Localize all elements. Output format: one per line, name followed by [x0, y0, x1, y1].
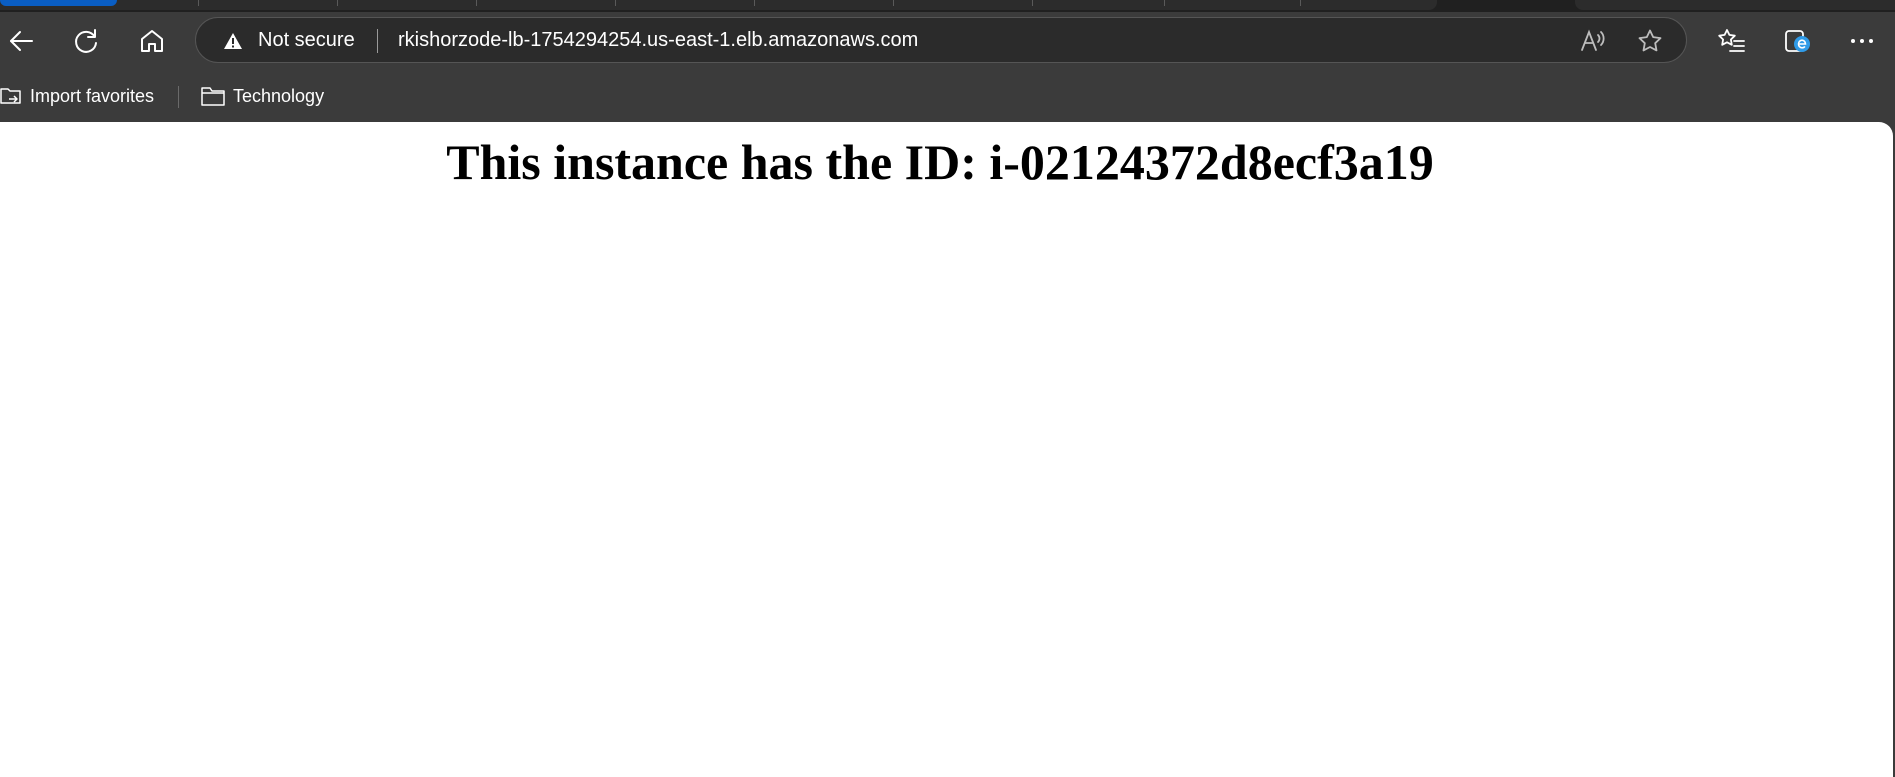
settings-menu-button[interactable]: [1842, 22, 1882, 60]
favorites-list-icon: [1718, 29, 1745, 52]
tab-separator: [476, 0, 477, 6]
page-heading: This instance has the ID: i-02124372d8ec…: [446, 134, 1434, 190]
bookmarks-separator: [178, 86, 179, 108]
bookmark-import-favorites[interactable]: Import favorites: [0, 82, 154, 110]
url-text[interactable]: rkishorzode-lb-1754294254.us-east-1.elb.…: [398, 29, 918, 52]
tab-separator: [1300, 0, 1301, 6]
refresh-button[interactable]: [66, 22, 106, 60]
add-favorite-button[interactable]: [1633, 25, 1667, 57]
more-options-icon: [1851, 39, 1873, 43]
tab-separator: [337, 0, 338, 6]
tab-separator: [615, 0, 616, 6]
collections-icon: [1785, 30, 1810, 52]
tab-separator: [754, 0, 755, 6]
tab-strip-right: [1575, 0, 1895, 10]
active-tab[interactable]: [0, 0, 117, 6]
favorites-button[interactable]: [1712, 22, 1752, 60]
collections-button[interactable]: [1777, 22, 1817, 60]
star-icon: [1638, 29, 1662, 52]
read-aloud-icon: [1581, 29, 1605, 51]
security-status-label[interactable]: Not secure: [258, 29, 355, 52]
tab-strip: [0, 0, 1895, 12]
tab-list: [0, 0, 1437, 10]
home-icon: [141, 30, 163, 52]
browser-toolbar: Not secure rkishorzode-lb-1754294254.us-…: [0, 12, 1895, 70]
bookmark-folder-technology[interactable]: Technology: [201, 82, 324, 110]
folder-icon: [201, 87, 225, 106]
home-button[interactable]: [132, 22, 172, 60]
tab-separator: [893, 0, 894, 6]
page-viewport: This instance has the ID: i-02124372d8ec…: [0, 122, 1893, 777]
bookmarks-bar: Import favorites Technology: [0, 70, 1895, 122]
back-arrow-icon: [10, 31, 33, 51]
import-favorites-icon: [0, 88, 21, 104]
back-button[interactable]: [1, 22, 41, 60]
warning-icon: [224, 33, 242, 49]
bookmark-label: Technology: [233, 85, 325, 106]
refresh-icon: [75, 29, 97, 53]
address-divider: [377, 29, 378, 53]
tab-separator: [198, 0, 199, 6]
tab-separator: [1164, 0, 1165, 6]
tab-separator: [1032, 0, 1033, 6]
bookmark-label: Import favorites: [30, 85, 155, 106]
read-aloud-button[interactable]: [1576, 25, 1610, 57]
address-bar[interactable]: Not secure rkishorzode-lb-1754294254.us-…: [195, 17, 1687, 63]
